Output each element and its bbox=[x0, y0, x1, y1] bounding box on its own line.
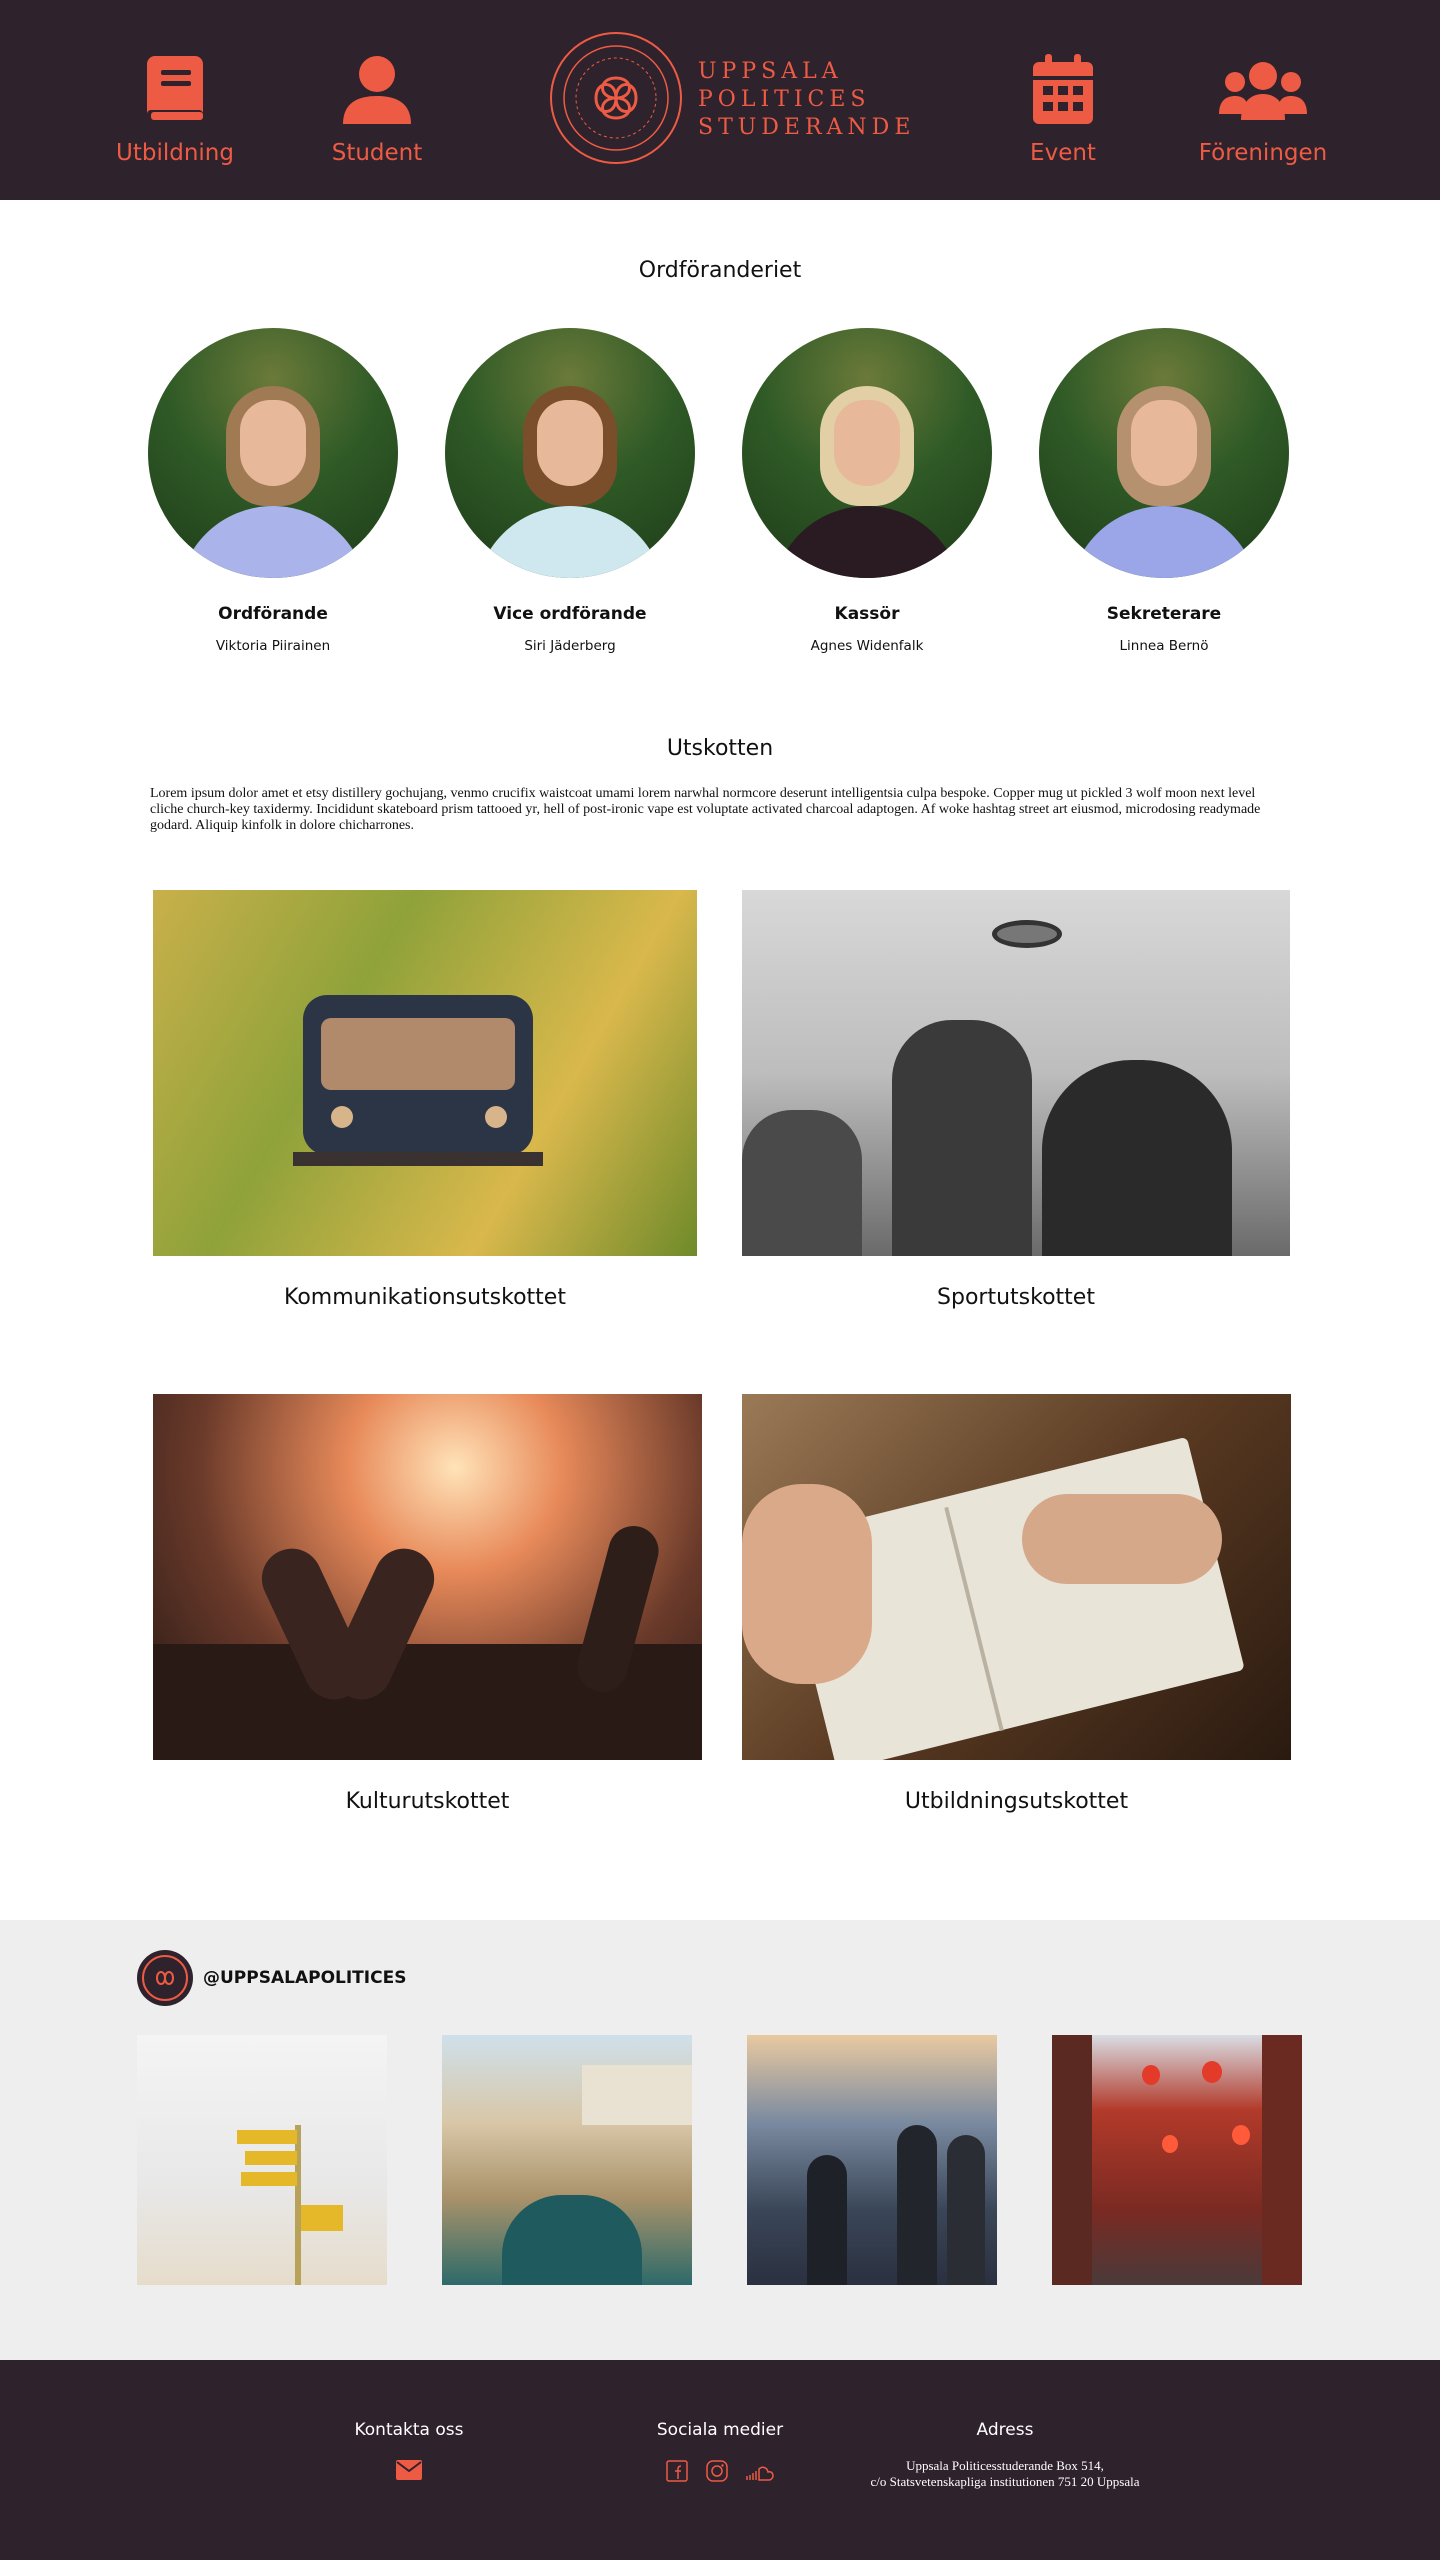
site-header: Utbildning Student UPPSALA POLITICES STU… bbox=[0, 0, 1440, 200]
user-icon bbox=[343, 56, 411, 124]
nav-utbildning[interactable]: Utbildning bbox=[85, 54, 265, 166]
board-title: Ordföranderiet bbox=[638, 258, 802, 283]
logo-text: UPPSALA POLITICES STUDERANDE bbox=[698, 58, 915, 142]
instagram-handle[interactable]: @UPPSALAPOLITICES bbox=[203, 1968, 406, 1988]
nav-student[interactable]: Student bbox=[287, 54, 467, 166]
footer-social-title: Sociala medier bbox=[656, 2420, 784, 2440]
users-icon bbox=[1219, 62, 1307, 120]
instagram-post[interactable] bbox=[137, 2035, 387, 2285]
member-photo bbox=[445, 328, 695, 578]
instagram-icon[interactable] bbox=[706, 2460, 728, 2482]
member-photo bbox=[742, 328, 992, 578]
member-role: Kassör bbox=[834, 604, 900, 624]
logo-line: UPPSALA bbox=[698, 59, 843, 84]
member-photo bbox=[1039, 328, 1289, 578]
member-name: Siri Jäderberg bbox=[524, 638, 616, 654]
footer-address: Adress Uppsala Politicesstuderande Box 5… bbox=[830, 2420, 1180, 2490]
facebook-icon[interactable] bbox=[665, 2460, 688, 2482]
seal-logo-icon bbox=[550, 32, 682, 164]
nav-label: Föreningen bbox=[1198, 140, 1328, 166]
instagram-post[interactable] bbox=[747, 2035, 997, 2285]
instagram-avatar[interactable] bbox=[137, 1950, 193, 2006]
address-line: c/o Statsvetenskapliga institutionen 751… bbox=[870, 2474, 1140, 2489]
nav-event[interactable]: Event bbox=[973, 54, 1153, 166]
logo-line: STUDERANDE bbox=[698, 115, 916, 140]
member-card: Vice ordförande Siri Jäderberg bbox=[440, 328, 700, 654]
instagram-post[interactable] bbox=[1052, 2035, 1302, 2285]
instagram-section: @UPPSALAPOLITICES bbox=[0, 1920, 1440, 2360]
member-card: Sekreterare Linnea Bernö bbox=[1034, 328, 1294, 654]
committee-card[interactable]: Sportutskottet bbox=[742, 890, 1290, 1310]
soundcloud-icon[interactable] bbox=[746, 2464, 775, 2482]
nav-label: Student bbox=[331, 140, 423, 166]
site-logo[interactable]: UPPSALA POLITICES STUDERANDE bbox=[548, 30, 910, 170]
footer-contact-title: Kontakta oss bbox=[354, 2420, 464, 2440]
member-photo bbox=[148, 328, 398, 578]
committee-card[interactable]: Utbildningsutskottet bbox=[742, 1394, 1291, 1814]
committee-card[interactable]: Kulturutskottet bbox=[153, 1394, 702, 1814]
calendar-icon bbox=[1033, 54, 1093, 124]
committee-label: Utbildningsutskottet bbox=[904, 1789, 1129, 1814]
member-role: Vice ordförande bbox=[493, 604, 647, 624]
nav-label: Event bbox=[1030, 140, 1096, 166]
member-name: Viktoria Piirainen bbox=[215, 638, 331, 654]
member-name: Linnea Bernö bbox=[1119, 638, 1209, 654]
book-icon bbox=[147, 56, 203, 122]
committee-card[interactable]: Kommunikationsutskottet bbox=[153, 890, 697, 1310]
committee-image bbox=[153, 890, 697, 1256]
member-card: Ordförande Viktoria Piirainen bbox=[143, 328, 403, 654]
footer-address-title: Adress bbox=[976, 2420, 1034, 2440]
site-footer: Kontakta oss Sociala medier Adress Uppsa… bbox=[0, 2360, 1440, 2560]
member-role: Ordförande bbox=[218, 604, 328, 624]
logo-line: POLITICES bbox=[698, 87, 871, 112]
member-card: Kassör Agnes Widenfalk bbox=[737, 328, 997, 654]
committee-image bbox=[742, 890, 1290, 1256]
committees-intro: Lorem ipsum dolor amet et etsy distiller… bbox=[150, 786, 1261, 833]
committee-image bbox=[742, 1394, 1291, 1760]
committee-label: Kulturutskottet bbox=[345, 1789, 510, 1814]
committees-title: Utskotten bbox=[666, 736, 774, 761]
member-role: Sekreterare bbox=[1106, 604, 1222, 624]
nav-label: Utbildning bbox=[116, 140, 234, 166]
footer-social: Sociala medier bbox=[620, 2420, 820, 2487]
footer-contact: Kontakta oss bbox=[309, 2420, 509, 2485]
member-name: Agnes Widenfalk bbox=[810, 638, 924, 654]
nav-foreningen[interactable]: Föreningen bbox=[1173, 54, 1353, 166]
committee-label: Sportutskottet bbox=[937, 1285, 1095, 1310]
committee-image bbox=[153, 1394, 702, 1760]
committee-label: Kommunikationsutskottet bbox=[284, 1285, 566, 1310]
envelope-icon[interactable] bbox=[396, 2460, 422, 2480]
address-line: Uppsala Politicesstuderande Box 514, bbox=[906, 2458, 1104, 2473]
instagram-post[interactable] bbox=[442, 2035, 692, 2285]
seal-logo-icon bbox=[142, 1955, 188, 2001]
